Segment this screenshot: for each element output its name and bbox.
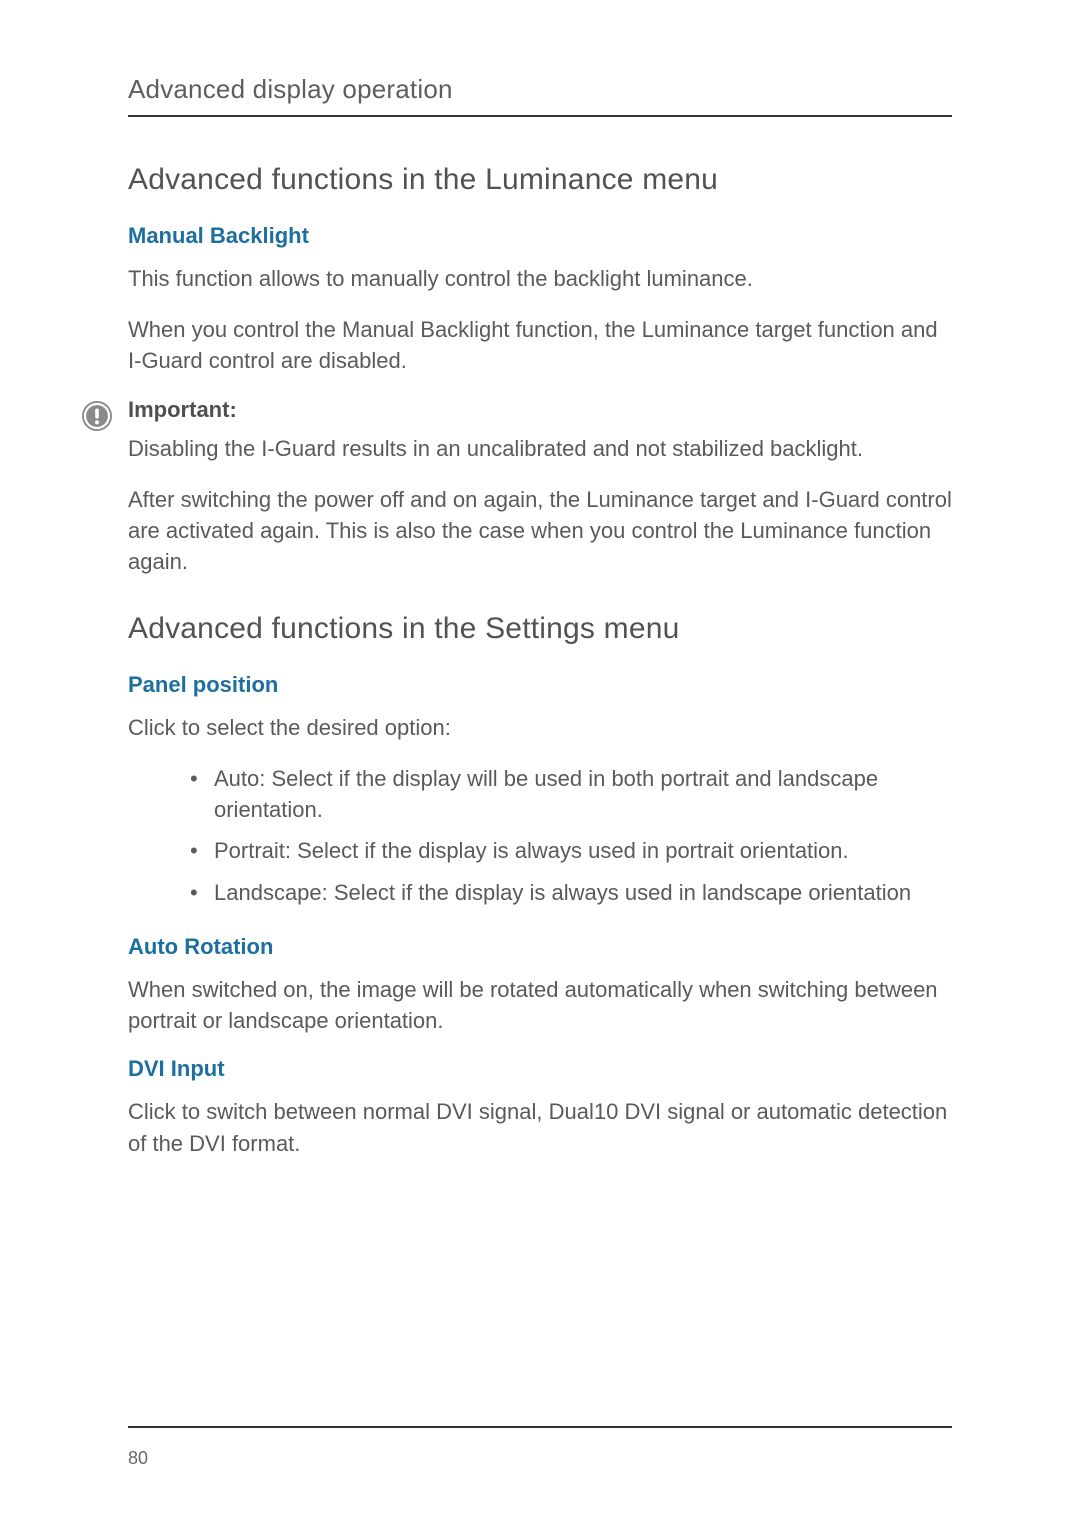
- important-p2: After switching the power off and on aga…: [128, 484, 952, 578]
- heading-panel-position: Panel position: [128, 672, 952, 698]
- important-p1: Disabling the I-Guard results in an unca…: [128, 433, 952, 464]
- list-item: Portrait: Select if the display is alway…: [190, 835, 952, 866]
- page-footer: 80: [128, 1426, 952, 1469]
- dvi-input-p1: Click to switch between normal DVI signa…: [128, 1096, 952, 1158]
- manual-backlight-p1: This function allows to manually control…: [128, 263, 952, 294]
- list-item: Auto: Select if the display will be used…: [190, 763, 952, 825]
- heading-dvi-input: DVI Input: [128, 1056, 952, 1082]
- section-title-settings: Advanced functions in the Settings menu: [128, 612, 952, 646]
- list-item: Landscape: Select if the display is alwa…: [190, 877, 952, 908]
- important-label: Important:: [128, 397, 952, 423]
- panel-position-intro: Click to select the desired option:: [128, 712, 952, 743]
- heading-auto-rotation: Auto Rotation: [128, 934, 952, 960]
- page-number: 80: [128, 1448, 952, 1469]
- panel-position-options: Auto: Select if the display will be used…: [128, 763, 952, 908]
- manual-backlight-p2: When you control the Manual Backlight fu…: [128, 314, 952, 376]
- section-title-luminance: Advanced functions in the Luminance menu: [128, 163, 952, 197]
- running-header: Advanced display operation: [128, 74, 952, 117]
- important-block: Important: Disabling the I-Guard results…: [128, 397, 952, 598]
- page-content: Advanced functions in the Luminance menu…: [128, 155, 952, 1386]
- important-icon: [80, 397, 114, 433]
- auto-rotation-p1: When switched on, the image will be rota…: [128, 974, 952, 1036]
- heading-manual-backlight: Manual Backlight: [128, 223, 952, 249]
